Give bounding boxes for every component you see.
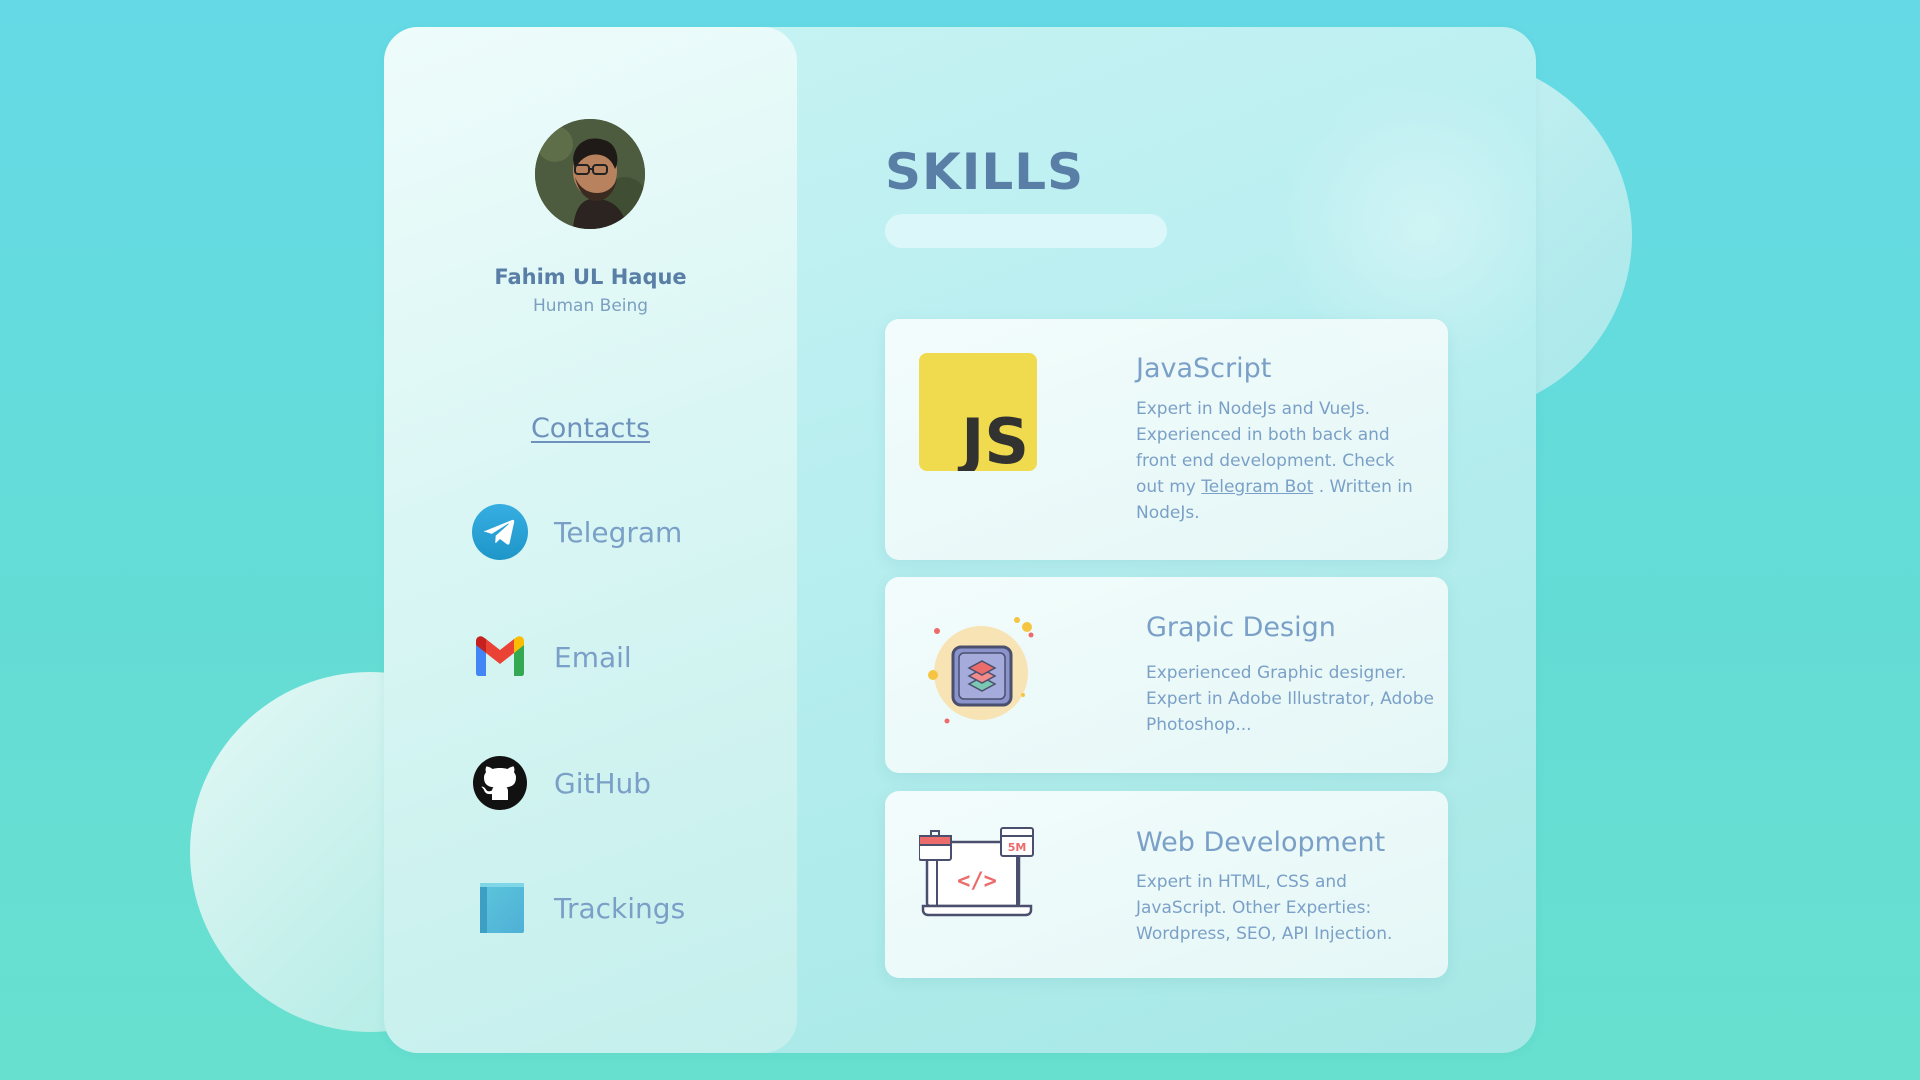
contact-trackings[interactable]: Trackings <box>472 878 685 938</box>
skills-title: SKILLS <box>885 143 1085 201</box>
gmail-icon <box>472 629 528 685</box>
book-icon <box>472 880 528 936</box>
skills-title-underline-bar <box>885 214 1167 248</box>
svg-text:</>: </> <box>957 869 997 894</box>
skill-desc-web-development: Expert in HTML, CSS and JavaScript. Othe… <box>1136 872 1393 944</box>
contacts-heading-link[interactable]: Contacts <box>384 413 797 444</box>
skill-title-web-development: Web Development <box>1136 827 1386 858</box>
skill-card-web-development: 5M </> Web Development Expert in HTML, C… <box>885 791 1448 978</box>
skill-card-graphic-design: Grapic Design Experienced Graphic design… <box>885 577 1448 773</box>
telegram-icon <box>472 504 528 560</box>
contact-label-github: GitHub <box>554 766 652 800</box>
contact-label-telegram: Telegram <box>554 515 683 549</box>
contact-label-email: Email <box>554 640 632 674</box>
skill-card-javascript: JS JavaScript Expert in NodeJs and VueJs… <box>885 319 1448 560</box>
contact-email[interactable]: Email <box>472 627 632 687</box>
avatar <box>535 119 645 229</box>
web-development-laptop-icon: 5M </> <box>918 822 1037 940</box>
github-icon <box>472 755 528 811</box>
profile-name: Fahim UL Haque <box>494 265 687 289</box>
skill-desc-graphic-design: Experienced Graphic designer. Expert in … <box>1146 663 1434 735</box>
profile-sidebar: Fahim UL Haque Human Being Contacts Tele… <box>384 27 797 1053</box>
svg-text:5M: 5M <box>1008 841 1027 854</box>
skill-desc-javascript: Expert in NodeJs and VueJs. Experienced … <box>1136 396 1426 526</box>
svg-text:JS: JS <box>957 405 1029 471</box>
main-card: Fahim UL Haque Human Being Contacts Tele… <box>384 27 1536 1053</box>
profile-role: Human Being <box>532 296 649 316</box>
contact-github[interactable]: GitHub <box>472 753 651 813</box>
javascript-logo-icon: JS <box>919 353 1037 478</box>
skill-title-javascript: JavaScript <box>1136 353 1272 384</box>
contact-telegram[interactable]: Telegram <box>472 502 682 562</box>
telegram-bot-link[interactable]: Telegram Bot <box>1201 477 1313 497</box>
skill-title-graphic-design: Grapic Design <box>1146 612 1336 643</box>
graphic-design-layers-icon <box>919 615 1037 733</box>
contact-label-trackings: Trackings <box>554 891 686 925</box>
